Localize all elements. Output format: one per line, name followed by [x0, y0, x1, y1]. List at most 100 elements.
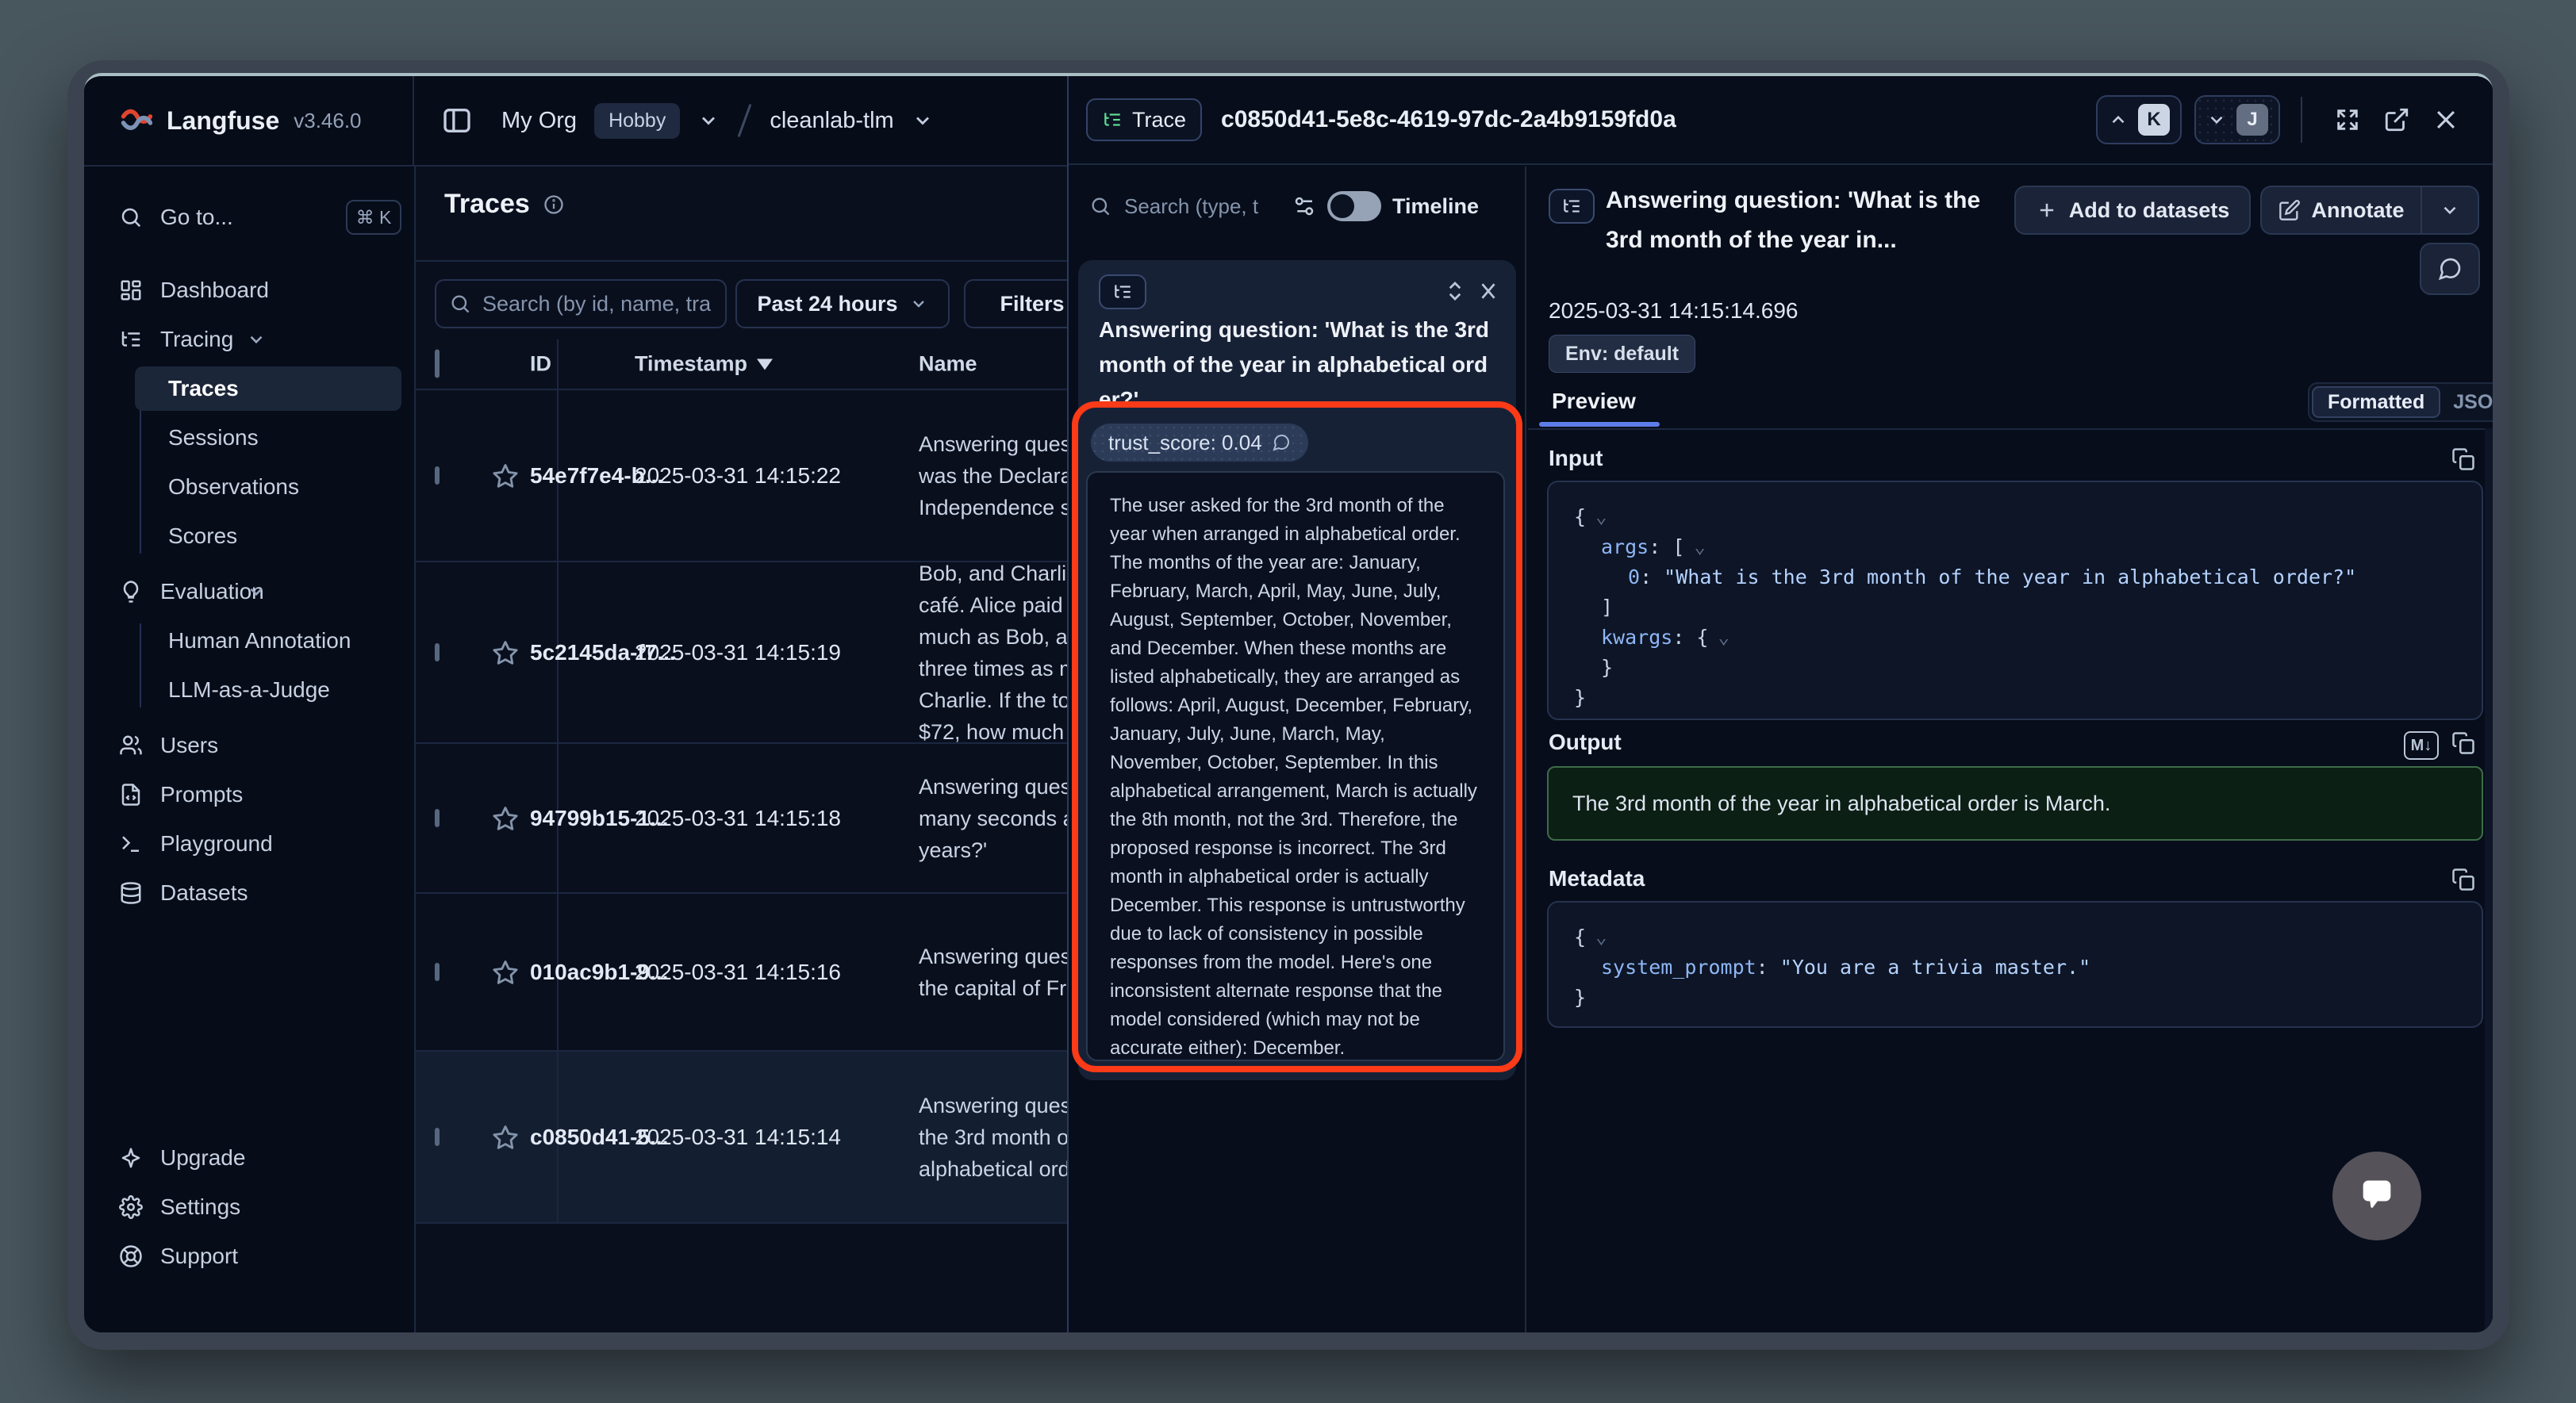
sidebar-item-observations[interactable]: Observations: [84, 465, 414, 509]
timestamp-cell: 2025-03-31 14:15:19: [635, 640, 841, 665]
sidebar-item-sessions[interactable]: Sessions: [84, 416, 414, 460]
copy-icon[interactable]: [2451, 731, 2475, 755]
expand-chevron-icon[interactable]: ⌄: [1694, 539, 1705, 554]
markdown-icon[interactable]: M↓: [2404, 731, 2439, 760]
time-range-value: Past 24 hours: [757, 292, 897, 316]
chevron-down-icon[interactable]: [119, 581, 394, 602]
sidebar-item-traces[interactable]: Traces: [84, 366, 414, 411]
traces-search[interactable]: [435, 279, 727, 328]
comments-button[interactable]: [2420, 243, 2480, 295]
annotate-button[interactable]: Annotate: [2260, 186, 2421, 235]
expand-chevron-icon[interactable]: ⌄: [1595, 929, 1607, 945]
sidebar-item-dashboard[interactable]: Dashboard: [84, 268, 414, 312]
sidebar-item-playground[interactable]: Playground: [84, 822, 414, 866]
chat-fab-button[interactable]: [2332, 1152, 2421, 1240]
format-json[interactable]: JSON: [2440, 391, 2493, 414]
sidebar-item-label: Human Annotation: [168, 628, 351, 654]
chevron-down-icon: [909, 294, 928, 313]
trust-score-badge[interactable]: trust_score: 0.04: [1091, 424, 1308, 462]
column-header-id[interactable]: ID: [530, 352, 551, 377]
tree-search-input[interactable]: [1123, 194, 1281, 220]
annotate-dropdown-button[interactable]: [2421, 186, 2479, 235]
timestamp-cell: 2025-03-31 14:15:16: [635, 960, 841, 985]
users-icon: [119, 734, 143, 757]
copy-icon[interactable]: [2451, 868, 2475, 891]
column-header-timestamp[interactable]: Timestamp: [635, 352, 773, 377]
project-chevron-down-icon[interactable]: [912, 109, 934, 132]
sidebar-item-prompts[interactable]: Prompts: [84, 772, 414, 817]
trace-node-badge: [1549, 189, 1595, 224]
expand-chevron-icon[interactable]: ⌄: [1595, 508, 1607, 524]
row-checkbox[interactable]: [435, 643, 440, 661]
unfold-all-icon[interactable]: [1443, 279, 1467, 303]
row-checkbox[interactable]: [435, 963, 440, 981]
open-external-icon[interactable]: [2383, 106, 2410, 133]
breadcrumb-project[interactable]: cleanlab-tlm: [770, 108, 893, 134]
traces-search-input[interactable]: [481, 291, 712, 317]
comment-bubble-icon: [2437, 256, 2463, 282]
sidebar-item-label: Scores: [168, 523, 237, 549]
info-icon[interactable]: [543, 194, 565, 216]
collapse-all-icon[interactable]: [1476, 279, 1500, 303]
close-icon[interactable]: [2432, 106, 2459, 133]
timeline-toggle[interactable]: [1327, 191, 1381, 221]
chevron-down-icon: [2206, 109, 2227, 130]
breadcrumb-org[interactable]: My Org: [501, 108, 577, 134]
format-toggle[interactable]: Formatted JSON: [2308, 382, 2493, 422]
sidebar-item-label: LLM-as-a-Judge: [168, 677, 330, 703]
plan-badge: Hobby: [594, 103, 680, 139]
row-checkbox[interactable]: [435, 466, 440, 485]
scrollbar-track[interactable]: [2485, 428, 2493, 1332]
expand-chevron-icon[interactable]: ⌄: [1718, 629, 1729, 645]
star-icon[interactable]: [492, 462, 519, 489]
metadata-code-block: {⌄ system_prompt: "You are a trivia mast…: [1547, 901, 2483, 1028]
sidebar-item-goto[interactable]: Go to... ⌘ K: [84, 195, 414, 240]
star-icon[interactable]: [492, 805, 519, 832]
next-trace-button[interactable]: J: [2194, 95, 2280, 144]
format-formatted[interactable]: Formatted: [2312, 386, 2440, 418]
sidebar-item-settings[interactable]: Settings: [84, 1185, 414, 1229]
trace-detail-drawer: Trace c0850d41-5e8c-4619-97dc-2a4b9159fd…: [1067, 76, 2493, 1332]
sidebar-goto-label: Go to...: [160, 205, 233, 230]
sidebar-item-human-annotation[interactable]: Human Annotation: [84, 619, 414, 663]
env-badge: Env: default: [1549, 335, 1695, 373]
star-icon[interactable]: [492, 959, 519, 986]
sidebar-item-support[interactable]: Support: [84, 1234, 414, 1278]
search-icon: [119, 205, 143, 229]
column-header-name[interactable]: Name: [919, 352, 977, 377]
chevron-up-icon: [2108, 109, 2129, 130]
divider: [1528, 428, 2493, 430]
maximize-icon[interactable]: [2334, 106, 2361, 133]
sidebar-item-datasets[interactable]: Datasets: [84, 871, 414, 915]
toggle-knob: [1330, 194, 1354, 218]
star-icon[interactable]: [492, 639, 519, 666]
sidebar-item-label: Datasets: [160, 880, 248, 906]
sidebar-item-upgrade[interactable]: Upgrade: [84, 1136, 414, 1180]
search-icon: [1089, 195, 1111, 217]
row-checkbox[interactable]: [435, 1128, 440, 1146]
trust-score-reasoning: The user asked for the 3rd month of the …: [1086, 471, 1505, 1061]
sidebar-item-evaluation[interactable]: Evaluation: [84, 569, 414, 614]
select-all-checkbox[interactable]: [435, 350, 440, 378]
sidebar-item-tracing[interactable]: Tracing: [84, 317, 414, 362]
time-range-select[interactable]: Past 24 hours: [735, 279, 950, 328]
prev-trace-button[interactable]: K: [2096, 95, 2182, 144]
row-checkbox[interactable]: [435, 809, 440, 827]
sidebar-item-scores[interactable]: Scores: [84, 514, 414, 558]
org-chevron-down-icon[interactable]: [697, 109, 720, 132]
trace-tree-card[interactable]: Answering question: 'What is the 3rd mon…: [1078, 260, 1516, 1080]
chevron-down-icon[interactable]: [119, 329, 394, 350]
sidebar-item-users[interactable]: Users: [84, 723, 414, 768]
add-to-datasets-button[interactable]: Add to datasets: [2014, 186, 2251, 235]
comment-bubble-icon: [1272, 433, 1291, 452]
sidebar-toggle-icon[interactable]: [441, 105, 473, 136]
star-icon[interactable]: [492, 1124, 519, 1151]
goto-kbd-shortcut: ⌘ K: [346, 200, 401, 235]
sort-desc-icon: [757, 358, 773, 370]
tree-search-row: Timeline: [1069, 179, 1525, 233]
sidebar-item-llm-as-a-judge[interactable]: LLM-as-a-Judge: [84, 668, 414, 712]
filter-sliders-icon[interactable]: [1292, 194, 1316, 218]
pen-square-icon: [2278, 199, 2301, 221]
copy-icon[interactable]: [2451, 447, 2475, 471]
tab-preview[interactable]: Preview: [1552, 389, 1636, 414]
